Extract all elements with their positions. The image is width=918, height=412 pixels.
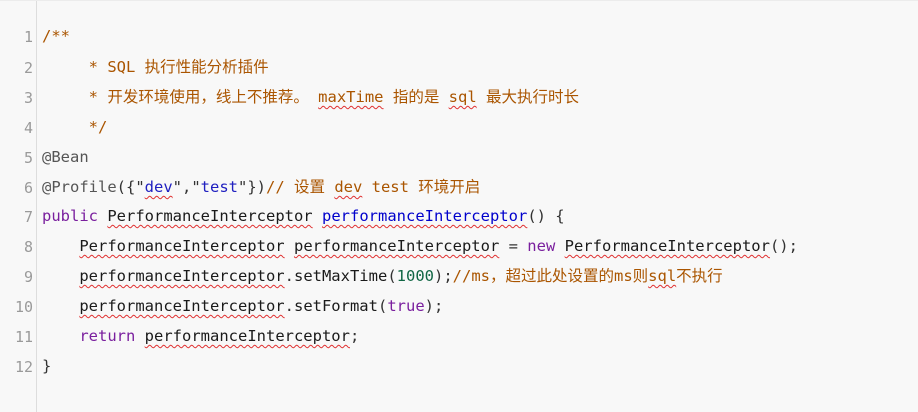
line-number: 1 <box>23 28 33 46</box>
spellcheck-word: sql <box>648 267 677 285</box>
code-line: /** <box>42 21 918 51</box>
variable-name: performanceInterceptor <box>79 267 285 285</box>
punctuation: ); <box>424 297 444 315</box>
punctuation: ( <box>377 297 388 315</box>
line-number: 11 <box>14 328 33 346</box>
code-line: PerformanceInterceptor performanceInterc… <box>42 231 918 261</box>
operator: = <box>499 237 528 255</box>
method-call: setMaxTime <box>293 267 388 285</box>
code-line: @Profile({"dev","test"})// 设置 dev test 环… <box>42 172 918 202</box>
comment-close: */ <box>42 118 108 136</box>
string-literal: dev <box>144 178 173 196</box>
line-number: 5 <box>23 149 33 167</box>
line-number: 8 <box>23 238 33 256</box>
code-line: return performanceInterceptor; <box>42 321 918 351</box>
spellcheck-word: dev <box>334 178 363 196</box>
code-line: public PerformanceInterceptor performanc… <box>42 201 918 231</box>
punctuation: ); <box>433 267 453 285</box>
line-comment: test 环境开启 <box>362 178 481 196</box>
comment-text: 指的是 <box>383 88 449 106</box>
line-number-gutter: 1 2 3 4 5 6 7 8 9 10 11 12 <box>0 1 37 412</box>
punctuation: . <box>284 267 294 285</box>
variable-name: performanceInterceptor <box>293 237 500 255</box>
code-line: @Bean <box>42 142 918 172</box>
punctuation: ( <box>387 267 397 285</box>
code-line: performanceInterceptor.setFormat(true); <box>42 291 918 321</box>
number-literal: 1000 <box>396 267 434 285</box>
annotation-profile: @Profile <box>42 178 117 196</box>
comment-open: /** <box>42 27 70 45</box>
punctuation: ({" <box>116 178 145 196</box>
line-number: 12 <box>14 358 33 376</box>
keyword-true: true <box>387 297 425 315</box>
line-number: 7 <box>23 208 33 226</box>
punctuation: () { <box>527 207 565 225</box>
constructor-name: PerformanceInterceptor <box>564 237 770 255</box>
line-number: 2 <box>23 59 33 77</box>
line-number: 10 <box>14 298 33 316</box>
line-comment: //ms，超过此处设置的ms则 <box>452 267 649 285</box>
code-area[interactable]: /** * SQL 执行性能分析插件 * 开发环境使用，线上不推荐。 maxTi… <box>36 1 918 412</box>
code-editor[interactable]: 1 2 3 4 5 6 7 8 9 10 11 12 /** * SQL 执行性… <box>0 0 918 412</box>
keyword-public: public <box>42 207 98 225</box>
line-number: 9 <box>23 268 33 286</box>
variable-name: performanceInterceptor <box>144 327 350 345</box>
keyword-new: new <box>527 237 556 255</box>
code-line: * SQL 执行性能分析插件 <box>42 52 918 82</box>
punctuation: "}) <box>237 178 266 196</box>
type-name: PerformanceInterceptor <box>79 237 285 255</box>
keyword-return: return <box>79 327 136 345</box>
comment-text: * SQL 执行性能分析插件 <box>42 58 269 76</box>
punctuation: ; <box>349 327 360 345</box>
comment-text: 最大执行时长 <box>476 88 579 106</box>
spellcheck-word: maxTime <box>318 88 384 106</box>
line-number: 6 <box>23 179 33 197</box>
line-comment: 不执行 <box>676 267 723 285</box>
code-line: * 开发环境使用，线上不推荐。 maxTime 指的是 sql 最大执行时长 <box>42 82 918 112</box>
method-name: performanceInterceptor <box>322 207 528 225</box>
line-comment: // 设置 <box>265 178 335 196</box>
line-number: 4 <box>23 119 33 137</box>
punctuation: "," <box>172 178 201 196</box>
punctuation: . <box>284 297 294 315</box>
annotation-bean: @Bean <box>42 148 89 166</box>
code-line: */ <box>42 112 918 142</box>
closing-brace: } <box>42 357 52 375</box>
comment-text: * 开发环境使用，线上不推荐。 <box>42 88 319 106</box>
code-line: } <box>42 351 918 381</box>
code-line: performanceInterceptor.setMaxTime(1000);… <box>42 261 918 291</box>
method-call: setFormat <box>293 297 378 315</box>
type-name: PerformanceInterceptor <box>107 207 313 225</box>
punctuation: (); <box>769 237 798 255</box>
spellcheck-word: sql <box>448 88 477 106</box>
line-number: 3 <box>23 89 33 107</box>
string-literal: test <box>200 178 238 196</box>
variable-name: performanceInterceptor <box>79 297 285 315</box>
